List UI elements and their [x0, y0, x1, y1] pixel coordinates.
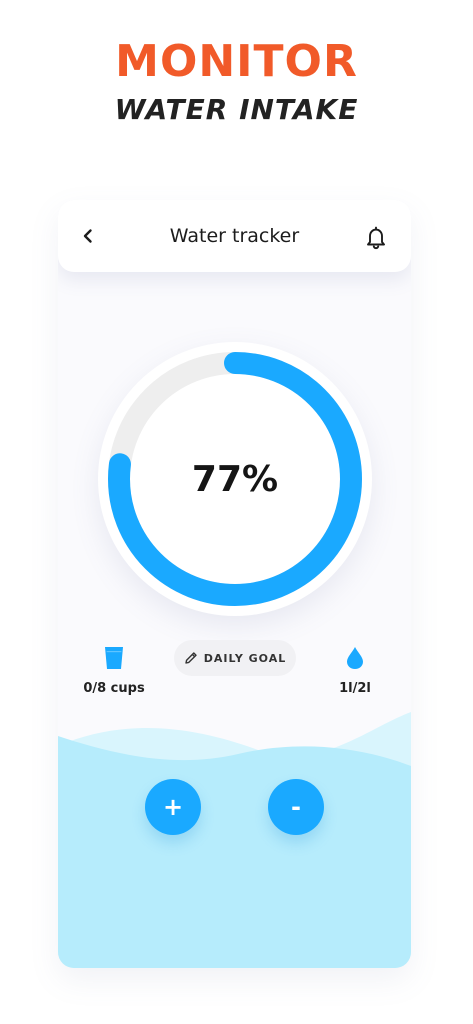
volume-progress: 1l/2l — [339, 681, 371, 696]
chevron-left-icon — [83, 229, 92, 243]
app-screen: Water tracker 77% 0/8 cups DAILY GOAL 1l… — [58, 200, 411, 968]
add-water-button[interactable]: + — [145, 779, 201, 835]
water-wave — [58, 712, 411, 968]
daily-goal-label: DAILY GOAL — [203, 651, 287, 665]
pencil-icon — [185, 652, 197, 664]
app-header: Water tracker — [58, 200, 411, 272]
cups-count: 0/8 cups — [83, 681, 145, 696]
wave-front — [58, 736, 411, 968]
back-button[interactable] — [74, 222, 102, 250]
remove-water-button[interactable]: - — [268, 779, 324, 835]
promo-title: MONITOR — [115, 36, 358, 87]
progress-percent: 77% — [191, 459, 279, 500]
progress-ring: 77% — [98, 342, 372, 616]
promo-subtitle: WATER INTAKE — [114, 93, 359, 126]
daily-goal-button[interactable]: DAILY GOAL — [174, 640, 296, 676]
page-title: Water tracker — [169, 225, 300, 247]
notifications-button[interactable] — [362, 224, 390, 252]
water-drop-icon — [347, 647, 363, 669]
bell-icon — [367, 226, 385, 250]
cup-icon — [105, 647, 123, 669]
